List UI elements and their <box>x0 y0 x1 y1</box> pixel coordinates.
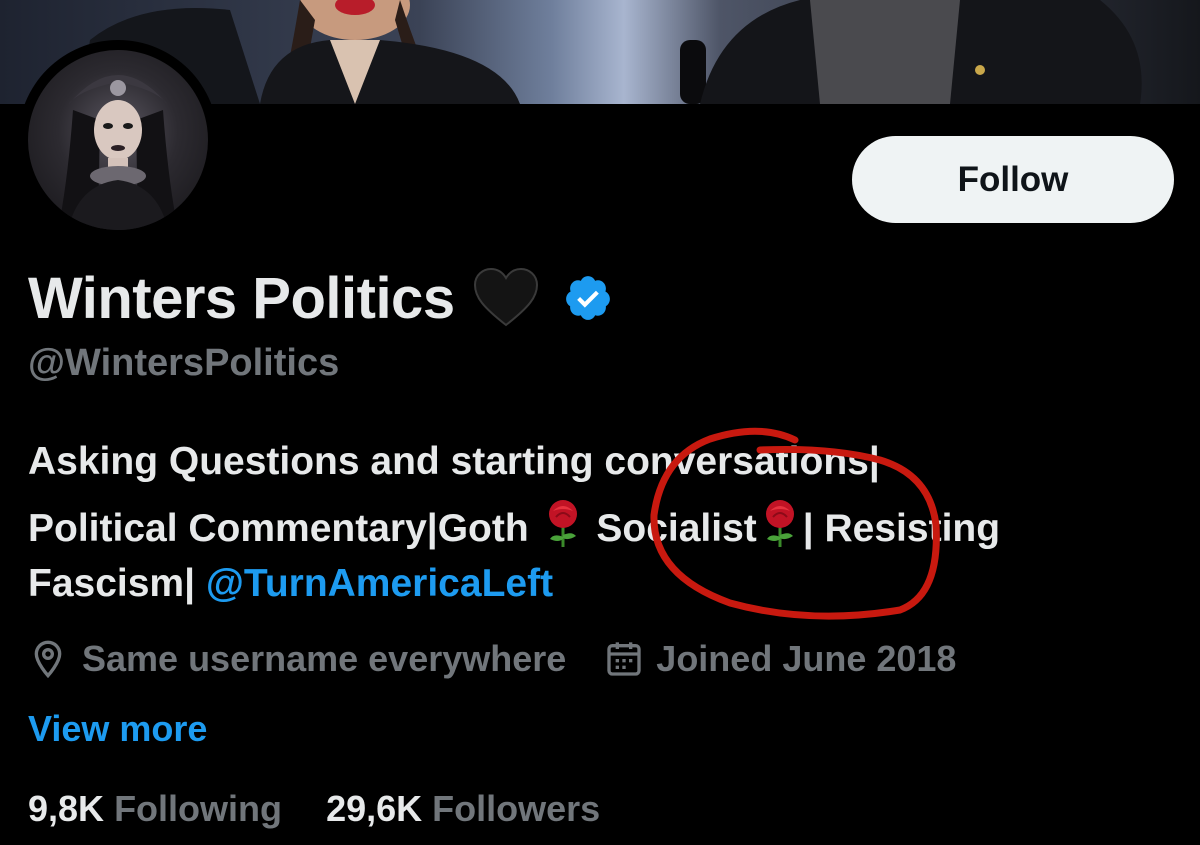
display-name: Winters Politics <box>28 265 455 331</box>
display-name-row: Winters Politics <box>28 258 613 338</box>
view-more-link[interactable]: View more <box>28 708 207 750</box>
follow-stats: 9,8K Following 29,6K Followers <box>28 788 600 830</box>
profile-location: Same username everywhere <box>82 638 567 679</box>
bio-line: Fascism| @TurnAmericaLeft <box>28 560 553 608</box>
following-label: Following <box>114 788 283 829</box>
bio-text: Political Commentary|Goth <box>28 507 529 550</box>
following-count: 9,8K <box>28 788 105 829</box>
mention-link[interactable]: @TurnAmericaLeft <box>206 562 553 605</box>
verified-badge-icon[interactable] <box>563 273 613 323</box>
rose-emoji-icon <box>540 499 586 547</box>
following-link[interactable]: 9,8K Following <box>28 788 282 829</box>
followers-link[interactable]: 29,6K Followers <box>326 788 600 829</box>
bio-text: Socialist <box>596 507 757 550</box>
profile-avatar[interactable] <box>18 40 218 240</box>
bio-line: Asking Questions and starting conversati… <box>28 438 880 486</box>
profile-handle: @WintersPolitics <box>28 342 340 384</box>
bio-line: Political Commentary|Goth Socialist | Re… <box>28 499 1000 553</box>
profile-page: Follow Winters Politics @WintersPolitics… <box>0 0 1200 845</box>
calendar-icon <box>607 642 641 676</box>
black-heart-icon <box>473 267 539 329</box>
bio-text: Asking Questions and starting conversati… <box>28 440 880 483</box>
profile-joined-date: Joined June 2018 <box>656 638 957 679</box>
followers-count: 29,6K <box>326 788 423 829</box>
profile-meta-row: Same username everywhere Joined June 201… <box>28 634 956 684</box>
bio-text: | Resisting <box>802 507 1001 550</box>
rose-emoji-icon <box>757 499 803 547</box>
bio-text: Fascism| <box>28 562 196 605</box>
avatar-image <box>28 50 208 230</box>
followers-label: Followers <box>432 788 601 829</box>
location-pin-icon <box>34 640 62 679</box>
follow-button[interactable]: Follow <box>852 136 1174 223</box>
